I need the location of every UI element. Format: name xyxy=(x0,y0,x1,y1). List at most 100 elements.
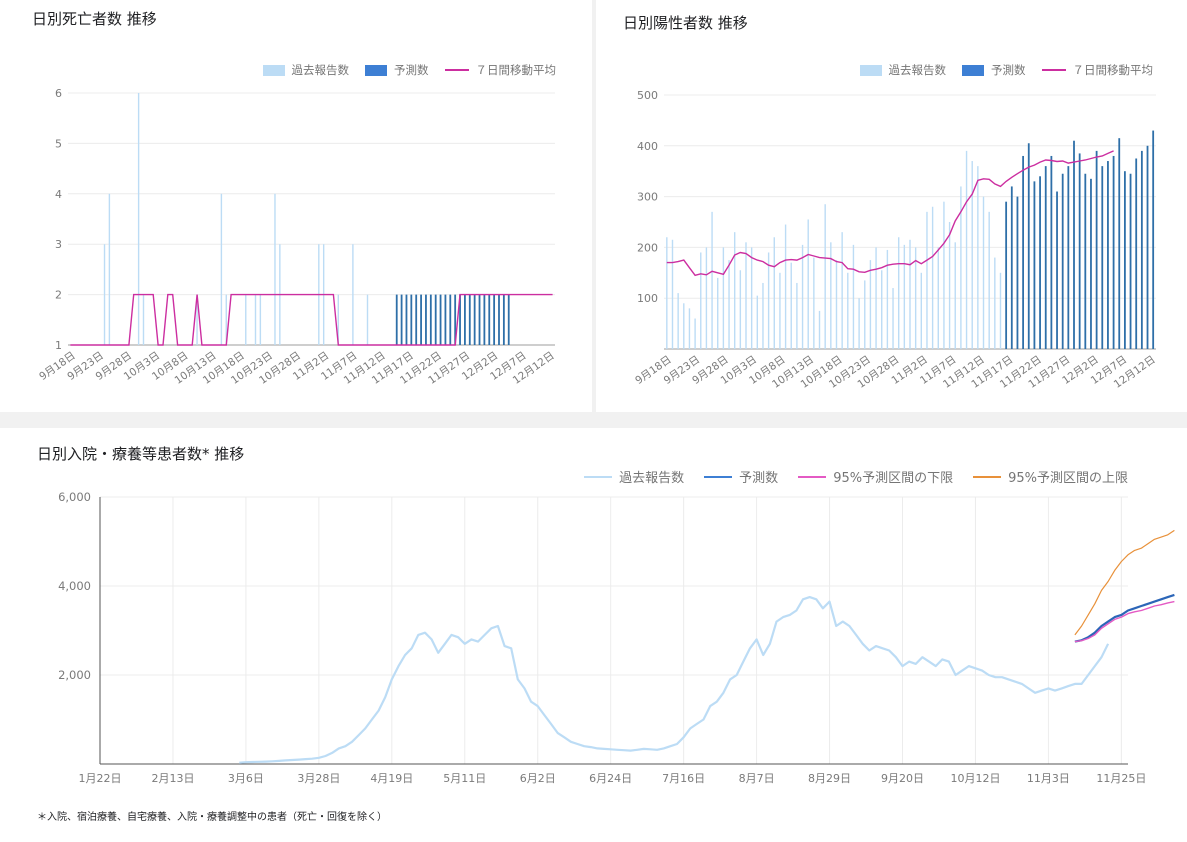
bar-forecast xyxy=(415,294,418,345)
bar-past xyxy=(739,270,742,349)
bar-past xyxy=(108,193,111,345)
bar-past xyxy=(943,201,945,349)
bar-forecast xyxy=(1022,155,1025,349)
bar-forecast xyxy=(1056,191,1058,349)
bar-forecast xyxy=(1078,153,1081,349)
bar-past xyxy=(790,262,792,349)
bar-past xyxy=(858,298,860,349)
y-tick-label: 4 xyxy=(55,188,62,201)
bar-past xyxy=(722,247,725,349)
bar-forecast xyxy=(498,294,500,345)
bar-forecast xyxy=(1146,145,1149,349)
x-tick-label: 8月7日 xyxy=(739,772,775,785)
y-tick-label: 1 xyxy=(55,339,62,352)
x-tick-label: 2月13日 xyxy=(151,772,194,785)
bar-forecast xyxy=(507,294,510,345)
x-tick-label: 8月29日 xyxy=(808,772,851,785)
bar-forecast xyxy=(1095,150,1098,349)
bar-forecast xyxy=(483,294,486,345)
bar-past xyxy=(784,224,787,349)
bar-past xyxy=(705,247,708,349)
bar-forecast xyxy=(1010,186,1013,349)
x-tick-label: 10月12日 xyxy=(950,772,1000,785)
y-tick-label: 2,000 xyxy=(58,668,91,682)
bar-forecast xyxy=(1050,155,1053,349)
bar-past xyxy=(728,260,730,349)
x-tick-label: 9月20日 xyxy=(881,772,924,785)
bar-forecast xyxy=(434,294,437,345)
bar-forecast xyxy=(1061,173,1064,349)
bar-past xyxy=(779,272,781,349)
bar-forecast xyxy=(468,294,471,345)
y-tick-label: 400 xyxy=(637,140,658,153)
positives-panel: 日別陽性者数 推移 過去報告数 予測数 ７日間移動平均 100 200 300 400… xyxy=(596,0,1187,412)
bar-forecast xyxy=(1027,143,1030,349)
bar-forecast xyxy=(1073,140,1075,349)
bar-past xyxy=(994,257,996,349)
bar-past xyxy=(841,232,843,349)
bar-past xyxy=(756,295,759,349)
x-tick-label: 11月3日 xyxy=(1027,772,1070,785)
bar-forecast xyxy=(1067,166,1070,349)
bar-past xyxy=(220,193,223,345)
y-tick-label: 200 xyxy=(637,241,658,254)
bar-past xyxy=(366,294,369,345)
y-tick-label: 3 xyxy=(55,238,62,251)
bar-forecast xyxy=(1016,196,1019,349)
bar-past xyxy=(977,166,979,349)
bar-forecast xyxy=(425,294,427,345)
y-tick-label: 100 xyxy=(637,292,658,305)
bar-forecast xyxy=(488,294,491,345)
bar-forecast xyxy=(449,294,452,345)
bar-forecast xyxy=(1033,181,1036,349)
bar-past xyxy=(733,232,736,349)
deaths-panel: 日別死亡者数 推移 過去報告数 予測数 ７日間移動平均 1 2 3 4 5 6 9月18日 9… xyxy=(0,0,592,412)
bar-past xyxy=(767,252,770,349)
bar-past xyxy=(937,247,939,349)
hospitalized-chart: 2,000 4,000 6,000 1月22日 2月13日 3月6日 3月28日 4月19日 5… xyxy=(58,490,1175,785)
bar-past xyxy=(688,308,691,349)
bar-past xyxy=(762,282,764,349)
x-tick-label: 4月19日 xyxy=(370,772,413,785)
bar-past xyxy=(824,204,826,349)
bar-past xyxy=(750,247,753,349)
bar-past xyxy=(717,277,719,349)
y-tick-label: 500 xyxy=(637,89,658,102)
y-tick-label: 4,000 xyxy=(58,579,91,593)
bar-forecast xyxy=(1152,130,1155,349)
bar-past xyxy=(971,161,973,349)
bar-past xyxy=(274,193,276,345)
bar-past xyxy=(103,244,106,345)
bar-forecast xyxy=(400,294,403,345)
bar-past xyxy=(914,247,917,349)
bar-past xyxy=(711,211,713,349)
y-tick-label: 6 xyxy=(55,87,62,100)
y-tick-label: 5 xyxy=(55,137,62,150)
bar-past xyxy=(773,237,775,349)
bar-forecast xyxy=(444,294,447,345)
bar-past xyxy=(931,206,934,349)
y-tick-label: 300 xyxy=(637,191,658,204)
bar-past xyxy=(818,310,821,349)
bar-past xyxy=(700,252,702,349)
bar-forecast xyxy=(1123,171,1126,349)
bar-past xyxy=(677,293,679,349)
bar-forecast xyxy=(493,294,496,345)
bar-forecast xyxy=(1140,150,1143,349)
bar-past xyxy=(137,93,140,345)
bar-forecast xyxy=(1112,155,1115,349)
bar-past xyxy=(864,280,866,349)
bar-forecast xyxy=(1135,158,1138,349)
bar-past xyxy=(142,294,145,345)
bar-past xyxy=(926,211,928,349)
bar-past xyxy=(835,260,838,349)
bar-past xyxy=(683,303,685,349)
bar-past xyxy=(965,150,968,349)
x-tick-label: 6月2日 xyxy=(520,772,556,785)
bar-past xyxy=(892,288,894,349)
bar-past xyxy=(745,242,747,349)
bar-forecast xyxy=(439,294,442,345)
footnote: ＊入院、宿泊療養、自宅療養、入院・療養調整中の患者（死亡・回復を除く） xyxy=(37,812,387,823)
bar-past xyxy=(954,242,956,349)
x-tick-label: 11月25日 xyxy=(1096,772,1146,785)
